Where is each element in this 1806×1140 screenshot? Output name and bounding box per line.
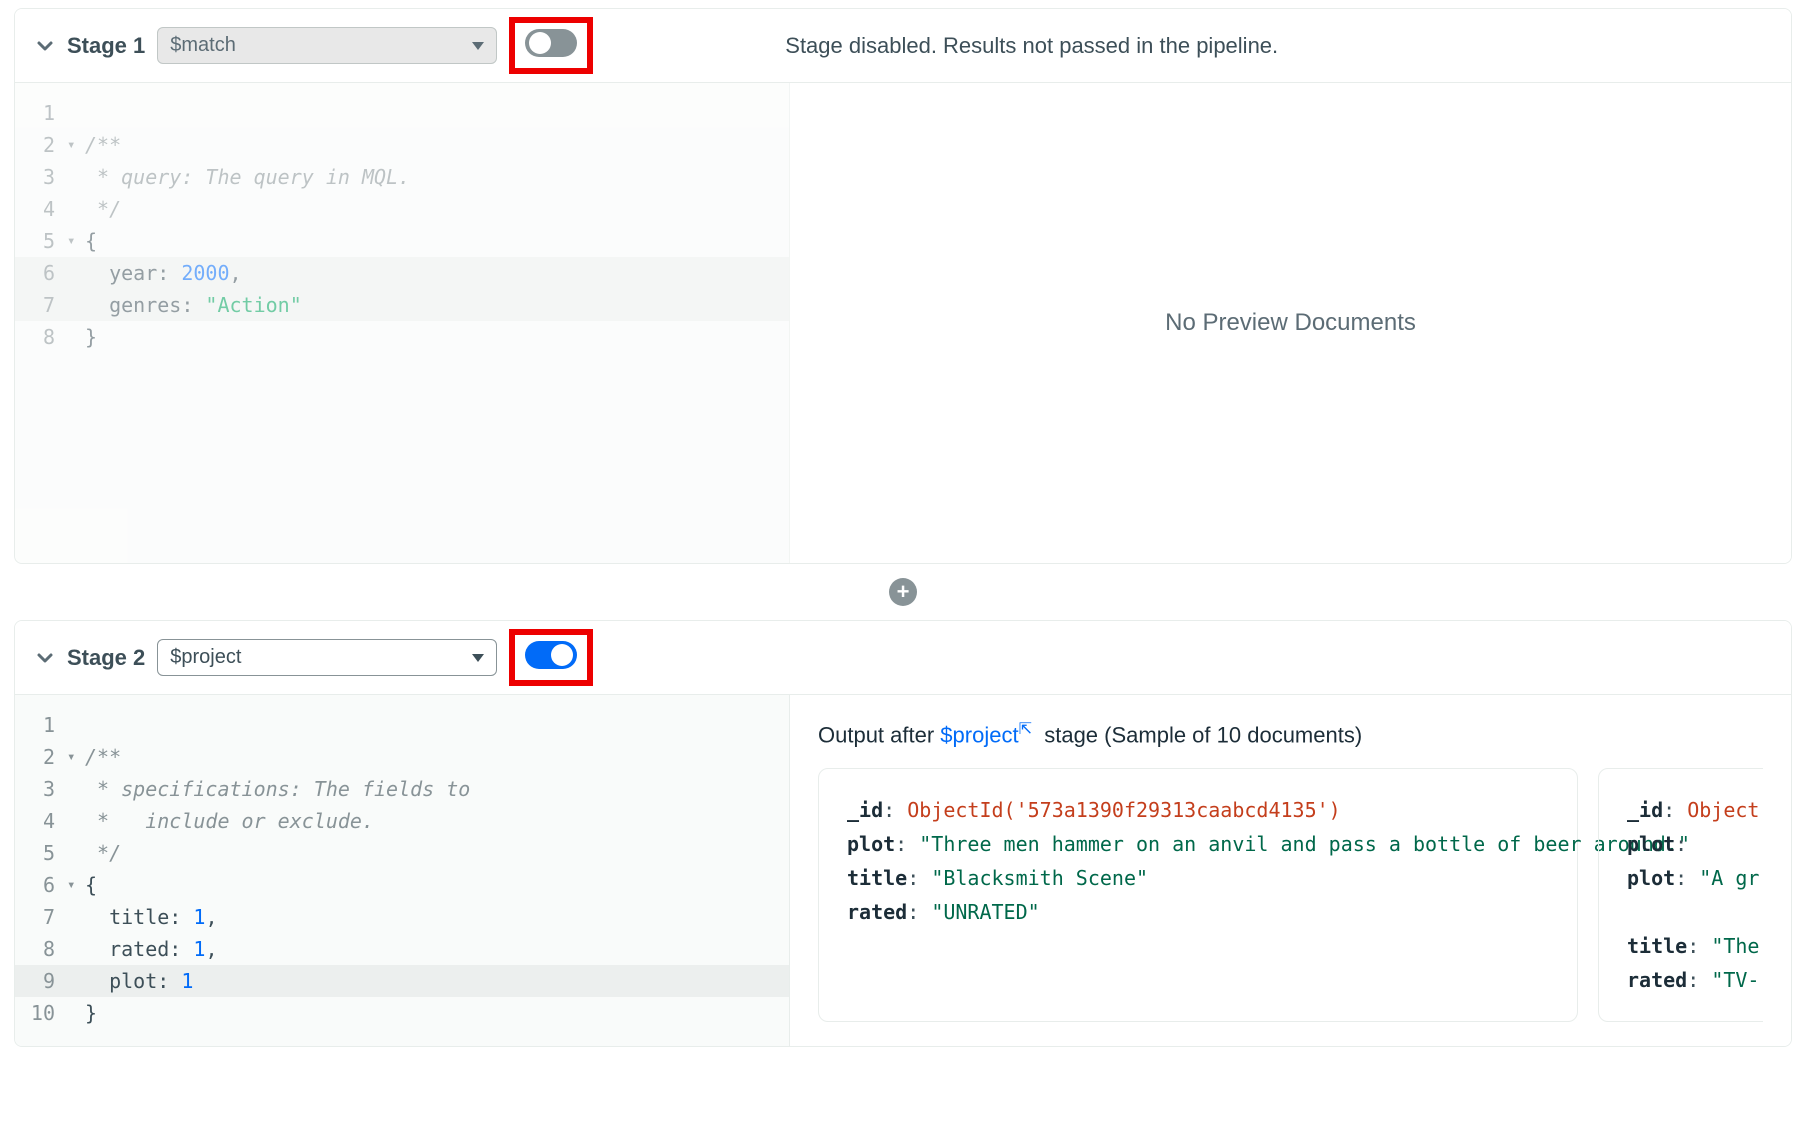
- code-line: 4 * include or exclude.: [15, 805, 789, 837]
- code-line: 3 * specifications: The fields to: [15, 773, 789, 805]
- stage-operator-select[interactable]: $match: [157, 27, 497, 64]
- stage-header: Stage 2 $project: [15, 621, 1791, 695]
- output-prefix: Output after: [818, 722, 940, 747]
- stage-enable-toggle[interactable]: [525, 29, 577, 57]
- code-line: 5 */: [15, 837, 789, 869]
- code-line: 7 title: 1,: [15, 901, 789, 933]
- code-editor[interactable]: 12▾/**3 * query: The query in MQL.4 */5▾…: [15, 83, 790, 563]
- preview-pane: No Preview Documents: [790, 83, 1791, 563]
- pipeline-stage-2: Stage 2 $project 12▾/**3 * specification…: [14, 620, 1792, 1047]
- document-card[interactable]: _id: ObjectId('573a1390f29313caabcd4135'…: [818, 768, 1578, 1022]
- output-title: Output after $project⇱ stage (Sample of …: [818, 719, 1763, 748]
- code-line: 6▾{: [15, 869, 789, 901]
- code-line: 4 */: [15, 193, 789, 225]
- output-pane: Output after $project⇱ stage (Sample of …: [790, 695, 1791, 1046]
- chevron-down-icon: [472, 654, 484, 662]
- stage-label: Stage 1: [67, 33, 145, 59]
- output-operator-link[interactable]: $project: [940, 722, 1018, 747]
- code-line: 1: [15, 709, 789, 741]
- toggle-highlight-box: [509, 17, 593, 74]
- code-line: 2▾/**: [15, 129, 789, 161]
- document-card[interactable]: _id: Objectplot: plot: "A gr hold-title:…: [1598, 768, 1763, 1022]
- code-line: 10}: [15, 997, 789, 1029]
- toggle-highlight-box: [509, 629, 593, 686]
- code-line: 2▾/**: [15, 741, 789, 773]
- code-line: 3 * query: The query in MQL.: [15, 161, 789, 193]
- chevron-down-icon: [472, 42, 484, 50]
- add-stage-row: +: [0, 572, 1806, 612]
- stage-body: 12▾/**3 * specifications: The fields to4…: [15, 695, 1791, 1046]
- documents-row: _id: ObjectId('573a1390f29313caabcd4135'…: [818, 768, 1763, 1022]
- add-stage-button[interactable]: +: [889, 578, 917, 606]
- code-line: 6 year: 2000,: [15, 257, 789, 289]
- stage-header: Stage 1 $match Stage disabled. Results n…: [15, 9, 1791, 83]
- stage-operator-value: $match: [170, 34, 236, 57]
- collapse-icon[interactable]: [35, 36, 55, 56]
- stage-operator-value: $project: [170, 646, 241, 669]
- external-link-icon: ⇱: [1019, 719, 1032, 739]
- stage-body: 12▾/**3 * query: The query in MQL.4 */5▾…: [15, 83, 1791, 563]
- stage-status-text: Stage disabled. Results not passed in th…: [785, 33, 1278, 59]
- no-preview-text: No Preview Documents: [1165, 309, 1416, 337]
- code-line: 8}: [15, 321, 789, 353]
- code-line: 8 rated: 1,: [15, 933, 789, 965]
- output-suffix: stage (Sample of 10 documents): [1038, 722, 1362, 747]
- collapse-icon[interactable]: [35, 648, 55, 668]
- stage-operator-select[interactable]: $project: [157, 639, 497, 676]
- code-line: 1: [15, 97, 789, 129]
- code-line: 5▾{: [15, 225, 789, 257]
- code-editor[interactable]: 12▾/**3 * specifications: The fields to4…: [15, 695, 790, 1046]
- pipeline-stage-1: Stage 1 $match Stage disabled. Results n…: [14, 8, 1792, 564]
- stage-label: Stage 2: [67, 645, 145, 671]
- stage-enable-toggle[interactable]: [525, 641, 577, 669]
- code-line: 7 genres: "Action": [15, 289, 789, 321]
- code-line: 9 plot: 1: [15, 965, 789, 997]
